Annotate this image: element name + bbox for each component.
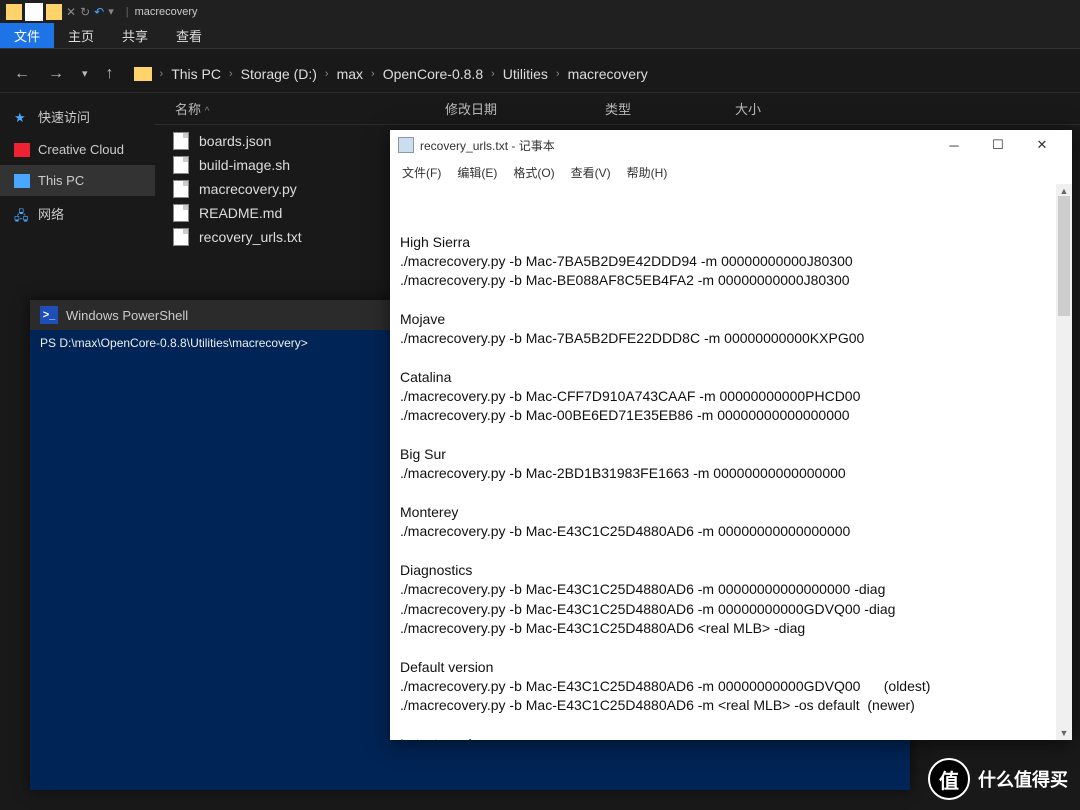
dropdown-icon[interactable]: ▾ [108,5,114,18]
crumb-max[interactable]: max [333,64,367,84]
col-name[interactable]: 名称 ^ [165,99,445,118]
file-icon [173,156,189,174]
folder-icon[interactable] [6,4,22,20]
col-size[interactable]: 大小 [735,99,835,118]
menu-format[interactable]: 格式(O) [507,162,560,183]
notepad-icon [398,137,414,153]
chevron-right-icon[interactable]: › [371,68,375,80]
column-headers: 名称 ^ 修改日期 类型 大小 [155,93,1080,125]
file-name: build-image.sh [199,157,290,173]
file-icon [173,180,189,198]
menu-file[interactable]: 文件(F) [396,162,447,183]
sidebar-item-label: Creative Cloud [38,142,124,157]
chevron-right-icon[interactable]: › [160,68,164,80]
file-name: boards.json [199,133,271,149]
undo-icon[interactable]: ↶ [94,5,104,19]
crumb-macrecovery[interactable]: macrecovery [564,64,652,84]
sidebar-item-label: This PC [38,173,84,188]
maximize-button[interactable]: ☐ [976,131,1020,159]
watermark-logo: 值 什么值得买 [928,758,1068,800]
sidebar-item-network[interactable]: 🖧 网络 [0,196,155,231]
quick-access-toolbar: ✕ ↻ ↶ ▾ [0,4,120,20]
chevron-right-icon[interactable]: › [556,68,560,80]
logo-text: 什么值得买 [978,766,1068,792]
nav-bar: ← → ▾ ↑ › This PC › Storage (D:) › max ›… [0,55,1080,93]
col-type[interactable]: 类型 [605,99,735,118]
crumb-storage[interactable]: Storage (D:) [237,64,321,84]
file-icon [173,204,189,222]
tab-file[interactable]: 文件 [0,23,54,48]
sidebar-item-this-pc[interactable]: This PC [0,165,155,196]
menu-view[interactable]: 查看(V) [565,162,617,183]
pc-icon [14,174,30,188]
crumb-opencore[interactable]: OpenCore-0.8.8 [379,64,487,84]
window-title: macrecovery [135,6,198,18]
titlebar: ✕ ↻ ↶ ▾ | macrecovery [0,0,1080,23]
ribbon-tabs: 文件 主页 共享 查看 [0,23,1080,49]
chevron-right-icon[interactable]: › [229,68,233,80]
chevron-right-icon[interactable]: › [491,68,495,80]
powershell-icon: >_ [40,306,58,324]
notepad-menu: 文件(F) 编辑(E) 格式(O) 查看(V) 帮助(H) [390,160,1072,184]
sidebar-item-creative-cloud[interactable]: Creative Cloud [0,134,155,165]
notepad-title: recovery_urls.txt - 记事本 [420,137,555,154]
history-dropdown[interactable]: ▾ [78,65,92,82]
back-button[interactable]: ← [10,63,34,85]
close-icon[interactable]: ✕ [66,5,76,19]
powershell-prompt: PS D:\max\OpenCore-0.8.8\Utilities\macre… [40,336,308,350]
breadcrumb[interactable]: › This PC › Storage (D:) › max › OpenCor… [128,62,658,86]
sidebar-item-label: 快速访问 [38,107,90,126]
star-icon: ★ [14,110,30,124]
up-button[interactable]: ↑ [102,63,118,85]
menu-edit[interactable]: 编辑(E) [451,162,503,183]
network-icon: 🖧 [14,207,30,221]
tab-share[interactable]: 共享 [108,23,162,48]
refresh-icon[interactable]: ↻ [80,5,90,19]
powershell-title: Windows PowerShell [66,308,188,323]
selected-folder-icon[interactable] [26,4,42,20]
sidebar-item-label: 网络 [38,204,64,223]
tab-home[interactable]: 主页 [54,23,108,48]
crumb-utilities[interactable]: Utilities [499,64,552,84]
notepad-titlebar[interactable]: recovery_urls.txt - 记事本 ─ ☐ ✕ [390,130,1072,160]
file-name: macrecovery.py [199,181,297,197]
scroll-down-icon[interactable]: ▼ [1056,726,1072,740]
logo-circle: 值 [928,758,970,800]
separator: | [126,6,129,18]
menu-help[interactable]: 帮助(H) [621,162,674,183]
notepad-content: High Sierra ./macrecovery.py -b Mac-7BA5… [400,233,1062,740]
crumb-this-pc[interactable]: This PC [167,64,225,84]
file-name: README.md [199,205,282,221]
window-buttons: ─ ☐ ✕ [932,131,1064,159]
col-modified[interactable]: 修改日期 [445,99,605,118]
tab-view[interactable]: 查看 [162,23,216,48]
forward-button[interactable]: → [44,63,68,85]
close-button[interactable]: ✕ [1020,131,1064,159]
minimize-button[interactable]: ─ [932,131,976,159]
file-name: recovery_urls.txt [199,229,302,245]
vertical-scrollbar[interactable]: ▲ ▼ [1056,184,1072,740]
folder-icon[interactable] [46,4,62,20]
sidebar-item-quick-access[interactable]: ★ 快速访问 [0,99,155,134]
chevron-right-icon[interactable]: › [325,68,329,80]
notepad-window[interactable]: recovery_urls.txt - 记事本 ─ ☐ ✕ 文件(F) 编辑(E… [390,130,1072,740]
creative-cloud-icon [14,143,30,157]
scrollbar-thumb[interactable] [1058,196,1070,316]
file-icon [173,132,189,150]
folder-icon [134,67,152,81]
file-icon [173,228,189,246]
notepad-body[interactable]: High Sierra ./macrecovery.py -b Mac-7BA5… [390,184,1072,740]
